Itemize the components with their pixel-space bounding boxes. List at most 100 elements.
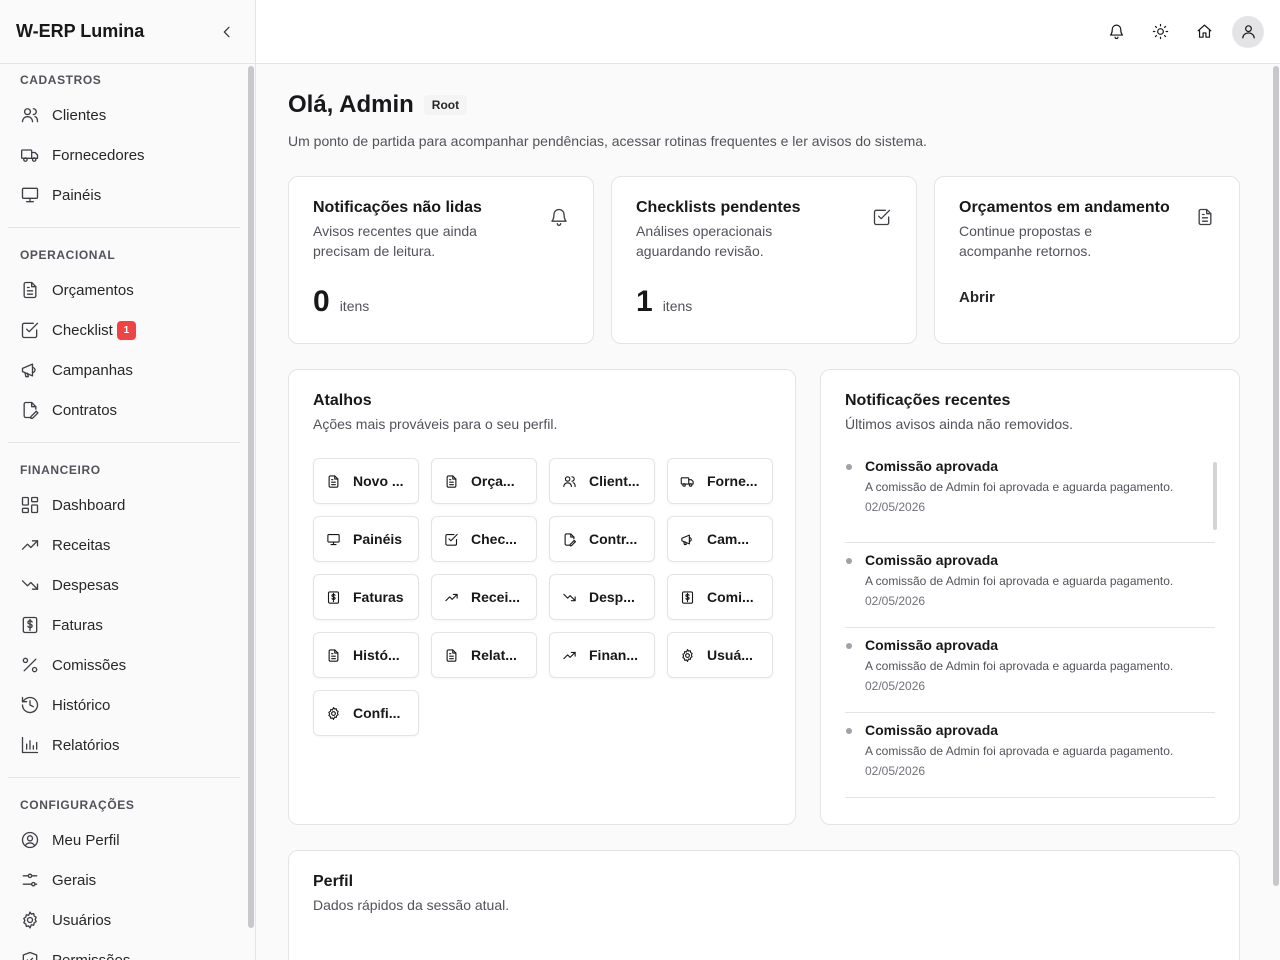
stat-card-checklists-pendentes: Checklists pendentes Análises operacionai… bbox=[611, 176, 917, 344]
sidebar-item-faturas[interactable]: Faturas bbox=[8, 605, 240, 645]
notification-body: A comissão de Admin foi aprovada e aguar… bbox=[865, 744, 1174, 758]
trending-up-icon bbox=[21, 540, 39, 550]
shortcut-label: Finan... bbox=[589, 647, 638, 663]
collapse-sidebar-button[interactable] bbox=[215, 20, 239, 44]
shortcut-button[interactable]: Histó... bbox=[313, 632, 419, 678]
shortcut-button[interactable]: Comi... bbox=[667, 574, 773, 620]
users-icon bbox=[21, 108, 39, 123]
notification-body: A comissão de Admin foi aprovada e aguar… bbox=[865, 574, 1174, 588]
sidebar-item-label: Comissões bbox=[52, 656, 127, 674]
shortcut-label: Client... bbox=[589, 473, 640, 489]
sidebar-item-label: Permissões bbox=[52, 951, 131, 960]
shortcut-button[interactable]: Desp... bbox=[549, 574, 655, 620]
shortcut-button[interactable]: Confi... bbox=[313, 690, 419, 736]
notification-body: A comissão de Admin foi aprovada e aguar… bbox=[865, 480, 1174, 494]
sidebar-scrollbar[interactable] bbox=[248, 66, 254, 928]
stat-value-row: 1 itens bbox=[636, 285, 692, 319]
receipt-icon bbox=[22, 616, 38, 634]
stat-desc: Continue propostas e acompanhe retornos. bbox=[959, 223, 1093, 259]
shortcut-button[interactable]: Recei... bbox=[431, 574, 537, 620]
notifications-button[interactable] bbox=[1100, 16, 1132, 48]
notification-item[interactable]: Comissão aprovada A comissão de Admin foi… bbox=[845, 543, 1215, 628]
sidebar-item-campanhas[interactable]: Campanhas bbox=[8, 350, 240, 390]
sidebar-item-comissoes[interactable]: Comissões bbox=[8, 645, 240, 685]
section-divider bbox=[8, 777, 240, 778]
monitor-icon bbox=[21, 187, 39, 203]
receipt-icon bbox=[327, 590, 340, 604]
sidebar-item-label: Usuários bbox=[52, 911, 112, 929]
notification-body: A comissão de Admin foi aprovada e aguar… bbox=[865, 659, 1174, 673]
sidebar-item-receitas[interactable]: Receitas bbox=[8, 525, 240, 565]
brand-bar: W-ERP Lumina bbox=[0, 0, 255, 64]
shortcut-button[interactable]: Relat... bbox=[431, 632, 537, 678]
sun-icon bbox=[1152, 23, 1168, 40]
sidebar: W-ERP Lumina CADASTROS Clientes Fornecedor… bbox=[0, 0, 256, 960]
sidebar-item-label: Checklist bbox=[52, 321, 113, 339]
sidebar-item-label: Receitas bbox=[52, 536, 111, 554]
open-link[interactable]: Abrir bbox=[959, 289, 995, 306]
shortcut-label: Comi... bbox=[707, 589, 754, 605]
history-icon bbox=[21, 696, 39, 714]
trending-down-icon bbox=[21, 580, 39, 590]
shortcut-button[interactable]: Client... bbox=[549, 458, 655, 504]
sidebar-item-usuarios[interactable]: Usuários bbox=[8, 900, 240, 940]
file-text-icon bbox=[446, 648, 457, 662]
notifications-scrollbar[interactable] bbox=[1213, 462, 1217, 530]
sidebar-item-gerais[interactable]: Gerais bbox=[8, 860, 240, 900]
sidebar-item-clientes[interactable]: Clientes bbox=[8, 95, 240, 135]
shortcut-button[interactable]: Usuá... bbox=[667, 632, 773, 678]
shortcut-button[interactable]: Contr... bbox=[549, 516, 655, 562]
sidebar-item-paineis[interactable]: Painéis bbox=[8, 175, 240, 215]
shortcut-button[interactable]: Painéis bbox=[313, 516, 419, 562]
home-icon bbox=[1197, 24, 1211, 38]
shortcut-button[interactable]: Finan... bbox=[549, 632, 655, 678]
file-edit-icon bbox=[23, 401, 39, 420]
nav-section-configuracoes: CONFIGURAÇÕES Meu Perfil Gerais Usuários Per… bbox=[0, 790, 248, 960]
sidebar-item-checklist[interactable]: Checklist 1 bbox=[8, 310, 240, 350]
stat-title: Checklists pendentes bbox=[636, 199, 801, 216]
shortcut-button[interactable]: Novo ... bbox=[313, 458, 419, 504]
shortcut-button[interactable]: Orça... bbox=[431, 458, 537, 504]
role-badge: Root bbox=[423, 95, 468, 115]
sidebar-item-meu-perfil[interactable]: Meu Perfil bbox=[8, 820, 240, 860]
shortcut-button[interactable]: Cam... bbox=[667, 516, 773, 562]
shortcut-label: Novo ... bbox=[353, 473, 404, 489]
receipt-icon bbox=[681, 590, 694, 604]
checkbox-icon bbox=[445, 533, 458, 546]
notification-item[interactable]: Comissão aprovada A comissão de Admin foi… bbox=[845, 628, 1215, 713]
theme-toggle-button[interactable] bbox=[1144, 16, 1176, 48]
sidebar-item-orcamentos[interactable]: Orçamentos bbox=[8, 270, 240, 310]
shortcut-button[interactable]: Faturas bbox=[313, 574, 419, 620]
notification-item[interactable]: Comissão aprovada A comissão de Admin foi… bbox=[845, 713, 1215, 798]
sidebar-item-dashboard[interactable]: Dashboard bbox=[8, 485, 240, 525]
shortcut-label: Cam... bbox=[707, 531, 750, 547]
bell-icon bbox=[1109, 24, 1123, 40]
stat-unit: itens bbox=[339, 298, 370, 314]
main-scrollbar[interactable] bbox=[1273, 66, 1279, 886]
sidebar-item-fornecedores[interactable]: Fornecedores bbox=[8, 135, 240, 175]
shortcut-button[interactable]: Chec... bbox=[431, 516, 537, 562]
sidebar-nav: CADASTROS Clientes Fornecedores Painéis OPER… bbox=[0, 64, 248, 960]
sidebar-item-relatorios[interactable]: Relatórios bbox=[8, 725, 240, 765]
sidebar-item-permissoes[interactable]: Permissões bbox=[8, 940, 240, 960]
sidebar-item-contratos[interactable]: Contratos bbox=[8, 390, 240, 430]
section-divider bbox=[8, 227, 240, 228]
shortcut-label: Desp... bbox=[589, 589, 635, 605]
stat-desc: Análises operacionais aguardando revisão… bbox=[636, 223, 773, 259]
notification-date: 02/05/2026 bbox=[865, 679, 926, 693]
notification-title: Comissão aprovada bbox=[865, 552, 999, 568]
sidebar-item-despesas[interactable]: Despesas bbox=[8, 565, 240, 605]
sidebar-item-historico[interactable]: Histórico bbox=[8, 685, 240, 725]
bell-icon bbox=[551, 208, 567, 226]
page-subtitle: Um ponto de partida para acompanhar pend… bbox=[288, 133, 927, 149]
notifications-panel: Notificações recentes Últimos avisos ain… bbox=[820, 369, 1240, 825]
home-button[interactable] bbox=[1188, 16, 1220, 48]
sidebar-item-label: Dashboard bbox=[52, 496, 126, 514]
file-text-icon bbox=[328, 648, 339, 662]
shortcut-label: Recei... bbox=[471, 589, 521, 605]
notification-item[interactable]: Comissão aprovada A comissão de Admin foi… bbox=[845, 458, 1215, 543]
user-menu-button[interactable] bbox=[1232, 15, 1264, 48]
sidebar-item-label: Fornecedores bbox=[52, 146, 145, 164]
shortcuts-title: Atalhos bbox=[313, 392, 372, 409]
shortcut-button[interactable]: Forne... bbox=[667, 458, 773, 504]
